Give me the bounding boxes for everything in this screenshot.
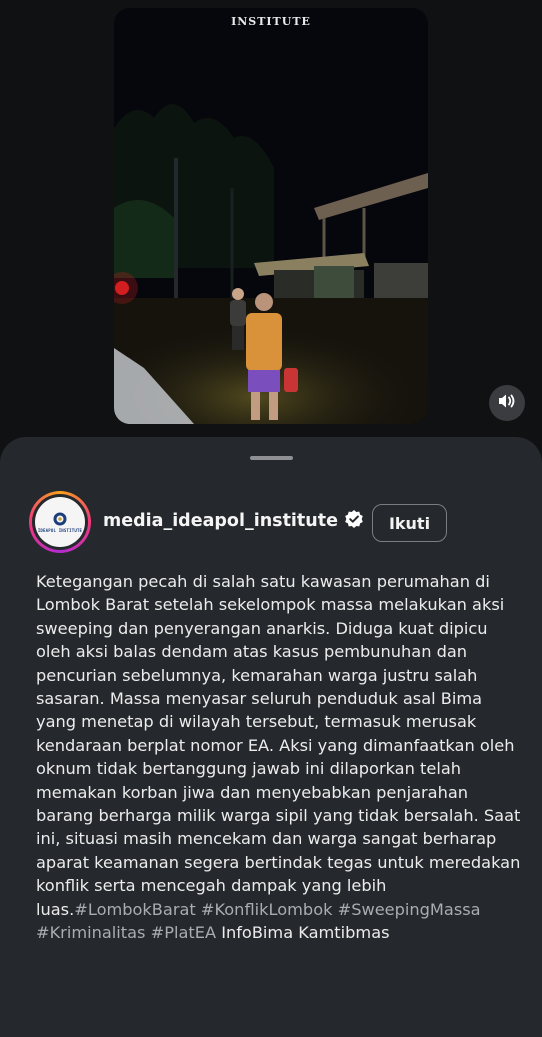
caption-sheet: IDEAPOL INSTITUTE media_ideapol_institut… <box>0 437 542 1037</box>
logo-emblem-icon <box>53 512 67 525</box>
avatar-logo: IDEAPOL INSTITUTE <box>35 497 85 547</box>
hashtag-link[interactable]: #PlatEA <box>151 923 216 942</box>
hashtag-link[interactable]: #KonflikLombok <box>201 900 333 919</box>
hashtag-link[interactable]: #SweepingMassa <box>338 900 481 919</box>
caption-text: Ketegangan pecah di salah satu kawasan p… <box>36 572 521 919</box>
video-player[interactable]: INSTITUTE <box>114 8 428 424</box>
video-frame <box>114 8 428 424</box>
video-area: INSTITUTE <box>0 0 542 450</box>
speaker-icon <box>498 393 516 413</box>
profile-avatar[interactable]: IDEAPOL INSTITUTE <box>29 491 91 553</box>
hashtag-link[interactable]: #Kriminalitas <box>36 923 145 942</box>
verified-badge-icon <box>344 509 364 533</box>
sound-toggle-button[interactable] <box>489 385 525 421</box>
post-caption: Ketegangan pecah di salah satu kawasan p… <box>36 570 526 945</box>
plain-tag: InfoBima <box>221 923 294 943</box>
username-row: media_ideapol_institute <box>103 509 364 533</box>
hashtag-link[interactable]: #LombokBarat <box>74 900 195 919</box>
follow-button[interactable]: Ikuti <box>372 504 447 542</box>
plain-tag: Kamtibmas <box>298 923 390 943</box>
avatar-logo-text: IDEAPOL INSTITUTE <box>37 527 83 533</box>
sheet-drag-handle[interactable] <box>250 456 293 460</box>
video-watermark: INSTITUTE <box>231 15 311 28</box>
username[interactable]: media_ideapol_institute <box>103 511 338 531</box>
